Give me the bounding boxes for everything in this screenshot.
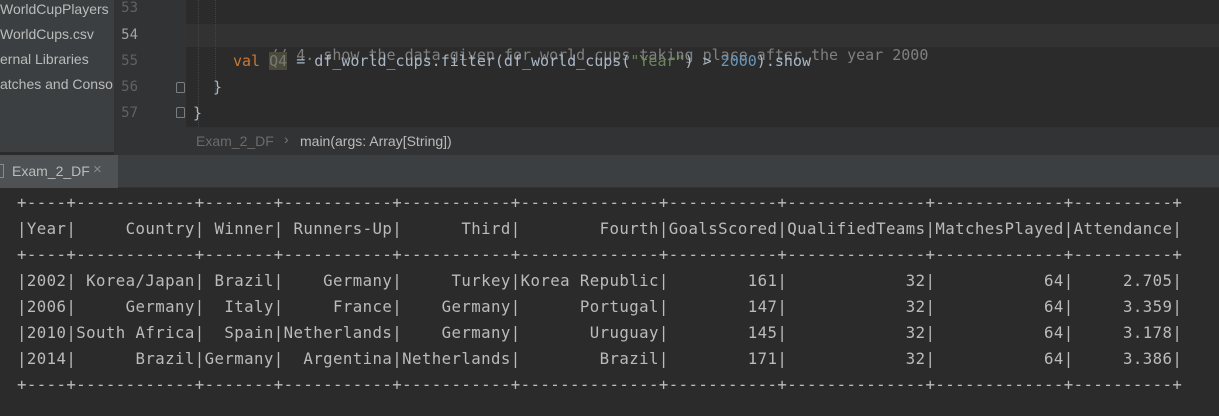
line-number-current: 54 <box>121 27 138 43</box>
run-tab[interactable]: Exam_2_DF × <box>0 155 118 188</box>
console-line: |2014| Brazil|Germany| Argentina|Netherl… <box>17 349 1183 368</box>
breadcrumb-method[interactable]: main(args: Array[String]) <box>300 133 452 149</box>
console-output[interactable]: +----+------------+-------+-----------+-… <box>0 188 1219 416</box>
console-line: |2006| Germany| Italy| France| Germany| … <box>17 297 1183 316</box>
number-literal: 2000 <box>720 52 757 70</box>
line-number: 55 <box>121 53 138 69</box>
breadcrumb-object[interactable]: Exam_2_DF <box>196 133 274 149</box>
fold-end-icon[interactable] <box>176 82 185 93</box>
code-operator: ) > <box>684 52 721 70</box>
line-number: 56 <box>121 79 138 95</box>
console-line: +----+------------+-------+-----------+-… <box>17 193 1183 212</box>
variable-q4[interactable]: Q4 <box>269 52 288 70</box>
code-line-57: } <box>193 104 203 122</box>
keyword-val: val <box>233 52 261 70</box>
run-tab-bar: Exam_2_DF × <box>0 155 1219 188</box>
console-line: +----+------------+-------+-----------+-… <box>17 245 1183 264</box>
console-line: |2002| Korea/Japan| Brazil| Germany| Tur… <box>17 271 1183 290</box>
line-number: 57 <box>121 105 138 121</box>
code-area[interactable]: // 4. show the data given for world cups… <box>186 0 1219 127</box>
close-icon[interactable]: × <box>93 161 102 178</box>
fold-end-icon[interactable] <box>176 107 185 118</box>
line-number: 53 <box>121 0 138 16</box>
console-icon <box>0 164 4 178</box>
breadcrumb-separator-icon: › <box>284 131 289 147</box>
editor-gutter: 53 54 55 56 57 <box>114 0 186 127</box>
string-literal: "Year" <box>630 52 685 70</box>
tree-item-external-libraries[interactable]: ernal Libraries <box>0 50 89 74</box>
code-expression: = df_world_cups.filter(df_world_cups( <box>287 52 631 70</box>
console-line: |Year| Country| Winner| Runners-Up| Thir… <box>17 219 1183 238</box>
console-line: +----+------------+-------+-----------+-… <box>17 375 1183 394</box>
console-line: |2010|South Africa| Spain|Netherlands| G… <box>17 323 1183 342</box>
code-line-55: val Q4 = df_world_cups.filter(df_world_c… <box>233 51 811 71</box>
run-tab-label: Exam_2_DF <box>12 163 90 179</box>
project-tree-panel: WorldCupPlayers WorldCups.csv ernal Libr… <box>0 0 114 152</box>
breadcrumb: Exam_2_DF › main(args: Array[String]) <box>114 127 1219 155</box>
code-method-call: ).show <box>756 52 811 70</box>
code-line-56: } <box>213 78 223 96</box>
tree-item-scratches-and-consoles[interactable]: atches and Conso <box>0 75 113 99</box>
tree-item-worldcupplayers[interactable]: WorldCupPlayers <box>0 0 109 24</box>
code-line-54: // 4. show the data given for world cups… <box>233 25 928 64</box>
tree-item-worldcups-csv[interactable]: WorldCups.csv <box>0 25 94 49</box>
